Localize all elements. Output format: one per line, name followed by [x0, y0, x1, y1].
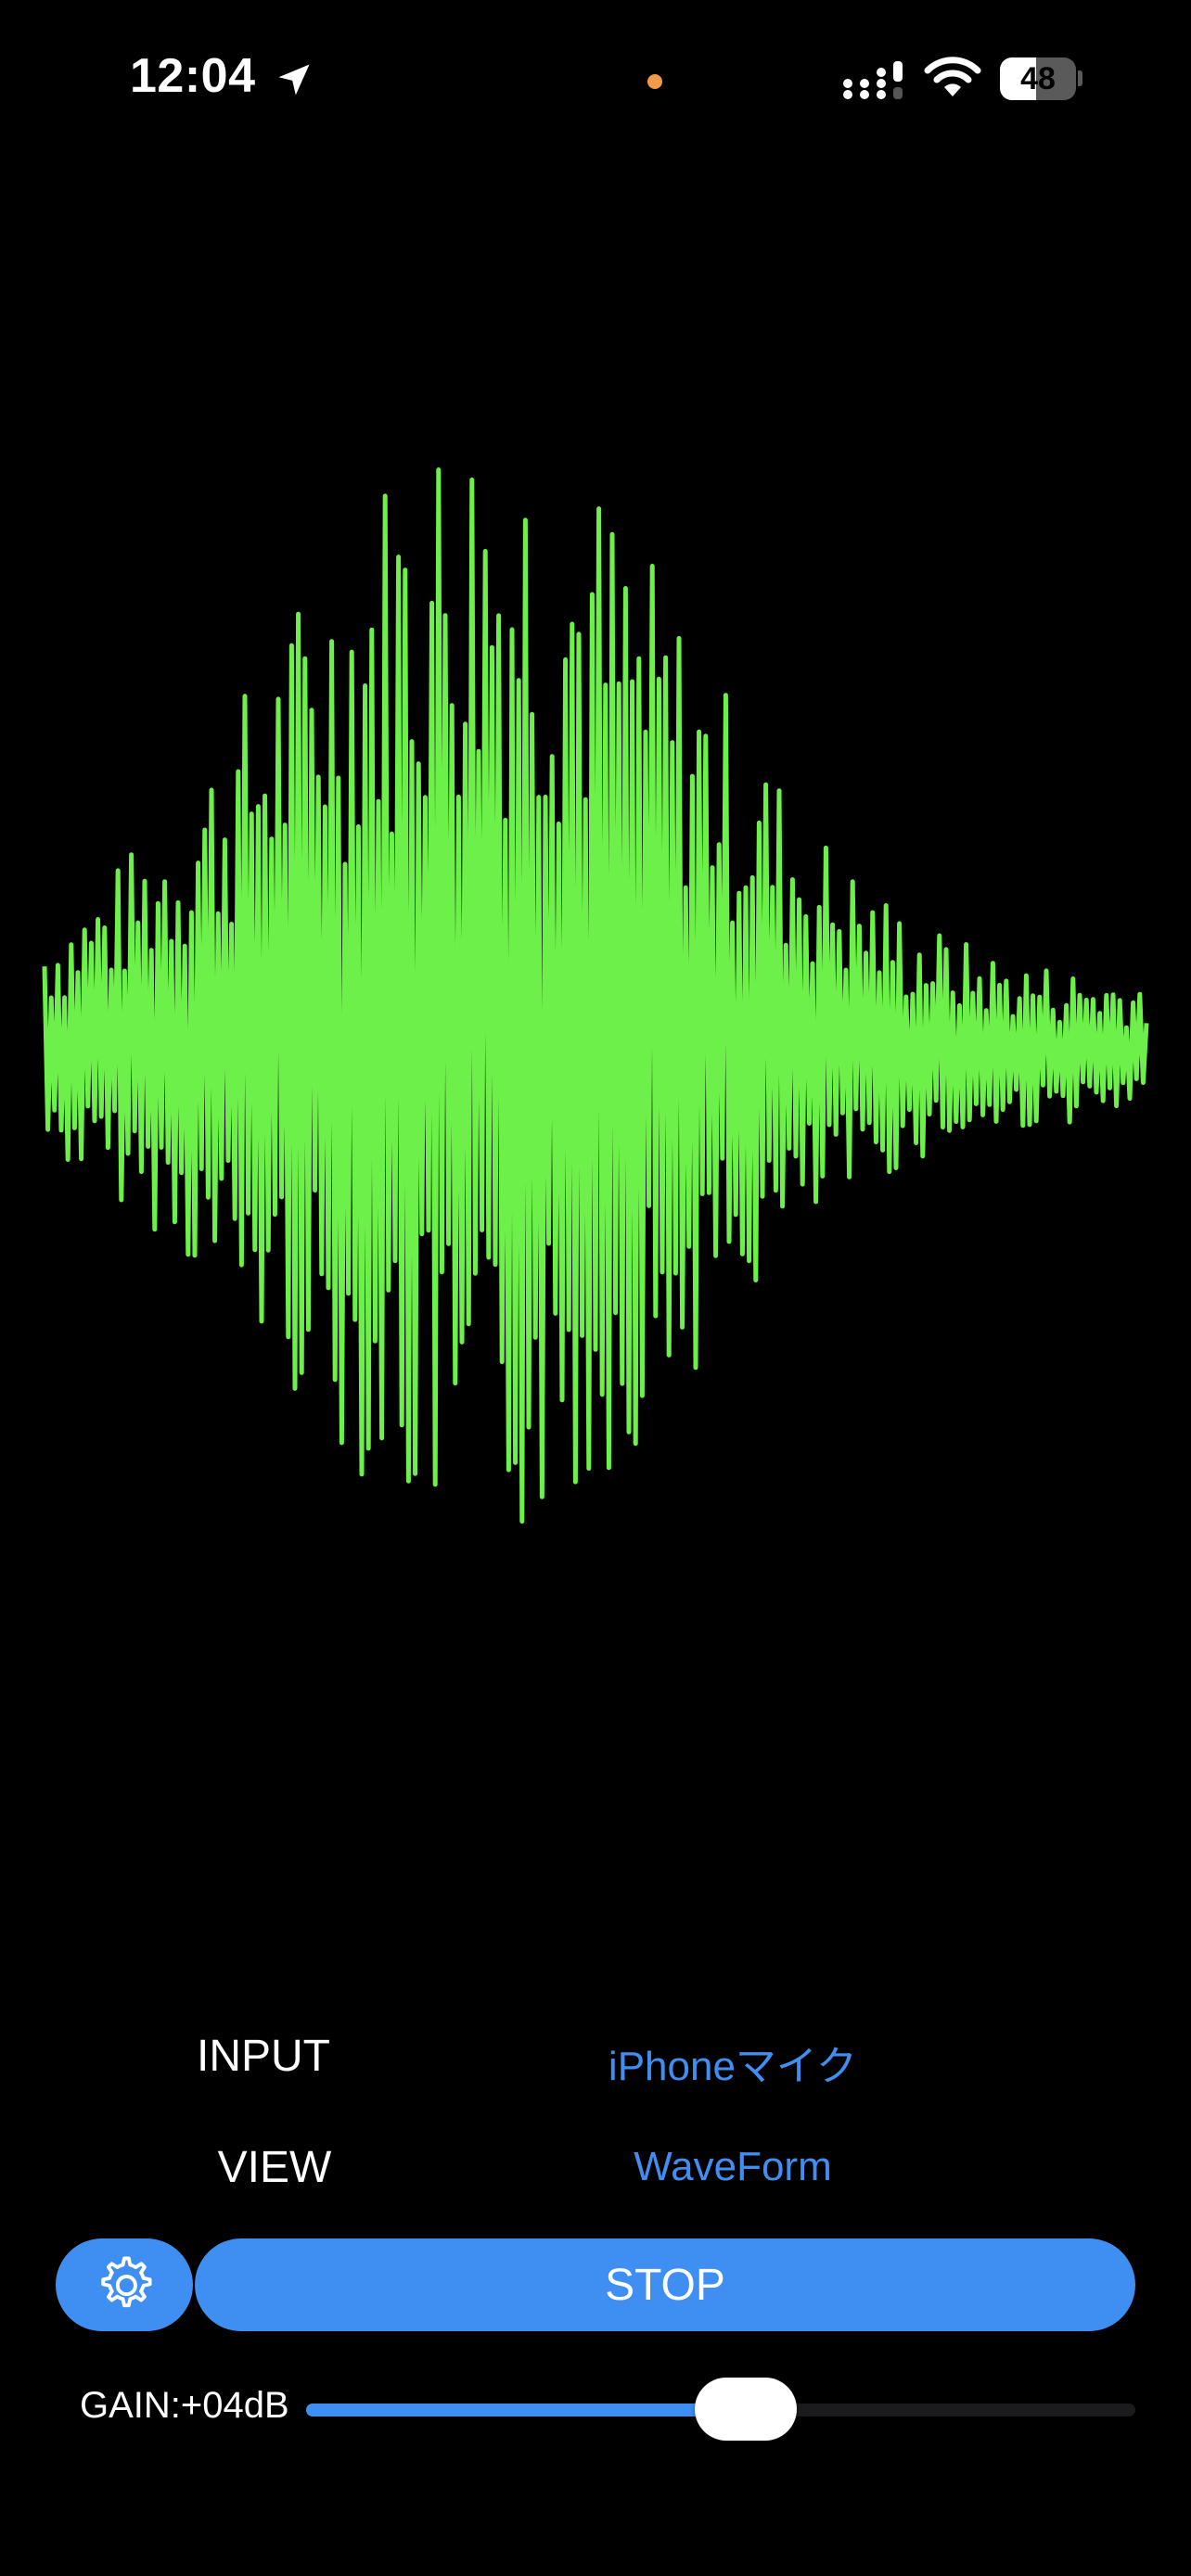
location-arrow-icon	[278, 64, 310, 96]
gain-label: GAIN:+04dB	[80, 2385, 289, 2426]
view-mode-selector[interactable]: WaveForm	[501, 2144, 965, 2190]
battery-icon: 48	[1000, 57, 1082, 100]
input-source-selector[interactable]: iPhoneマイク	[501, 2033, 965, 2092]
battery-percent: 48	[1020, 61, 1056, 96]
stop-button[interactable]: STOP	[195, 2238, 1135, 2331]
gear-icon	[101, 2256, 152, 2308]
input-label: INPUT	[197, 2032, 330, 2081]
gain-slider-fill	[306, 2404, 746, 2417]
gain-slider[interactable]	[306, 2378, 1135, 2441]
view-label: VIEW	[217, 2143, 332, 2192]
microphone-in-use-indicator	[647, 74, 662, 89]
settings-button[interactable]	[56, 2238, 193, 2331]
waveform-display	[42, 467, 1149, 1524]
signal-icon	[843, 61, 903, 99]
status-time: 12:04	[130, 49, 256, 103]
waveform-line	[42, 467, 1149, 1524]
gain-slider-thumb[interactable]	[694, 2378, 797, 2441]
wifi-icon	[924, 57, 981, 96]
